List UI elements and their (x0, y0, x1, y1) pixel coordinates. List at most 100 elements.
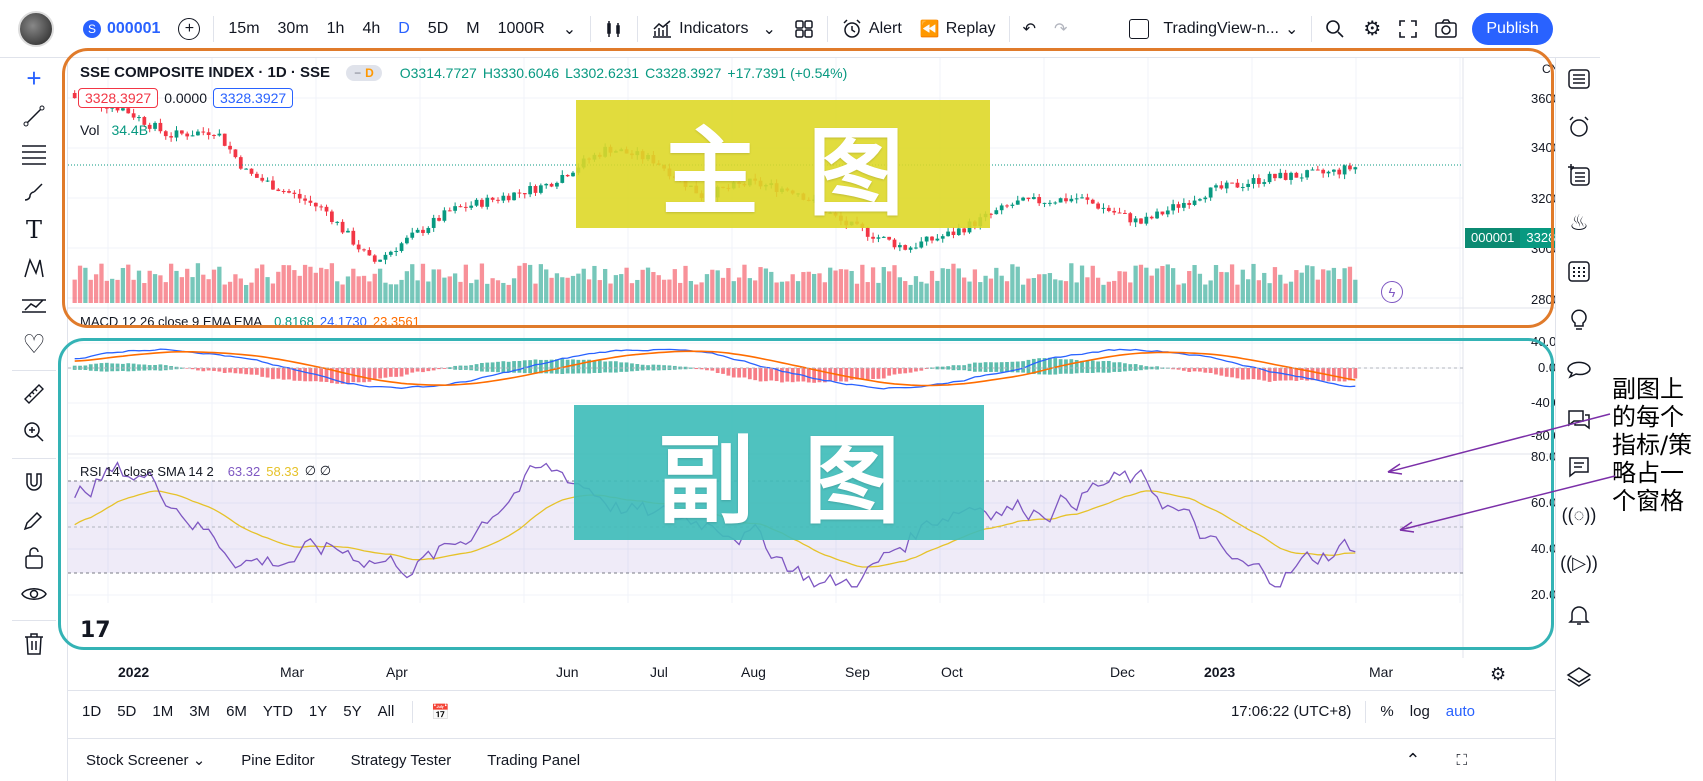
annotation-arrow-macd (1387, 413, 1611, 473)
auto-toggle[interactable]: auto (1438, 703, 1483, 720)
pencil-lock-icon (23, 511, 43, 531)
goto-date-icon[interactable]: 📅 (423, 703, 458, 721)
layers-button[interactable] (1562, 658, 1596, 692)
log-toggle[interactable]: log (1402, 703, 1438, 720)
x-tick: Aug (741, 664, 766, 680)
chevron-up-icon[interactable]: ⌃ (1387, 750, 1438, 771)
tab-strategy-tester[interactable]: Strategy Tester (333, 752, 470, 769)
tf-4h[interactable]: 4h (356, 20, 386, 38)
magnet-tool[interactable] (16, 464, 52, 500)
grid-icon (795, 19, 813, 38)
percent-toggle[interactable]: % (1372, 703, 1401, 720)
watchlist-button[interactable] (1562, 62, 1596, 96)
lock-drawings-tool[interactable] (16, 502, 52, 538)
x-tick: Apr (386, 664, 408, 680)
replay-label: Replay (945, 19, 996, 37)
chevron-down-icon: ⌄ (1284, 20, 1299, 38)
layout-label: TradingView-n... (1163, 19, 1279, 37)
crosshair-tool[interactable]: + (16, 60, 52, 96)
divider (12, 620, 56, 621)
maximize-panel-icon[interactable]: ⛶ (1438, 752, 1485, 769)
add-list-icon (1568, 164, 1590, 186)
tab-stock-screener[interactable]: Stock Screener ⌄ (68, 751, 223, 769)
data-window-button[interactable] (1562, 158, 1596, 192)
crosshair-icon: + (26, 62, 42, 93)
user-avatar[interactable] (18, 10, 54, 47)
chat-icon (1567, 361, 1591, 379)
bottom-panel-bar: Stock Screener ⌄ Pine Editor Strategy Te… (68, 738, 1555, 781)
candles-icon (607, 20, 620, 37)
magnet-icon (26, 473, 42, 491)
alarm-clock-icon (843, 18, 861, 38)
measure-tool[interactable] (16, 376, 52, 412)
publish-button[interactable]: Publish (1472, 12, 1553, 45)
x-tick: 2022 (118, 664, 150, 680)
zoom-tool[interactable] (16, 414, 52, 450)
pattern-tool[interactable] (16, 250, 52, 286)
range-ytd[interactable]: YTD (255, 703, 301, 720)
heart-icon: ♡ (22, 328, 46, 359)
chevron-down-icon[interactable]: ⌄ (557, 19, 582, 39)
range-1y[interactable]: 1Y (301, 703, 335, 720)
tf-1000r[interactable]: 1000R (492, 20, 551, 38)
eye-icon (21, 588, 47, 600)
tf-d[interactable]: D (392, 20, 416, 38)
tradingview-app: S 000001 + 15m 30m 1h 4h D 5D M 1000R ⌄ … (0, 0, 1600, 781)
brush-tool[interactable] (16, 174, 52, 210)
fib-tool[interactable] (16, 136, 52, 172)
tab-trading-panel[interactable]: Trading Panel (469, 752, 598, 769)
divider (1008, 15, 1010, 42)
annotation-arrows (1387, 413, 1616, 533)
range-1d[interactable]: 1D (74, 703, 109, 720)
list-icon (1568, 69, 1590, 89)
delete-tool[interactable] (16, 626, 52, 662)
trendline-tool[interactable] (16, 98, 52, 134)
tf-30m[interactable]: 30m (272, 20, 315, 38)
lock-tool[interactable] (16, 540, 52, 576)
range-3m[interactable]: 3M (181, 703, 218, 720)
trendline-icon (23, 105, 45, 127)
pattern-icon (24, 257, 44, 278)
hide-tool[interactable] (16, 576, 52, 612)
divider (637, 15, 639, 42)
fib-lines-icon (22, 145, 46, 165)
annotation-arrow-rsi (1399, 475, 1616, 531)
tf-1h[interactable]: 1h (321, 20, 351, 38)
range-1m[interactable]: 1M (144, 703, 181, 720)
favorites-tool[interactable]: ♡ (16, 326, 52, 362)
x-tick: Dec (1110, 664, 1135, 680)
tf-m[interactable]: M (460, 20, 485, 38)
calendar-icon (1568, 261, 1590, 282)
tf-15m[interactable]: 15m (222, 20, 265, 38)
annotation-text: 副图上的每个指标/策略占一个窗格 (1612, 375, 1693, 515)
tab-pine-editor[interactable]: Pine Editor (223, 752, 332, 769)
tf-5d[interactable]: 5D (422, 20, 454, 38)
ideas-button[interactable] (1562, 302, 1596, 336)
redo-icon: ↷ (1053, 20, 1068, 38)
text-tool[interactable]: T (16, 212, 52, 248)
divider (1365, 700, 1367, 723)
range-6m[interactable]: 6M (218, 703, 255, 720)
rewind-icon: ⏪ (919, 20, 940, 38)
range-5d[interactable]: 5D (109, 703, 144, 720)
x-tick: 2023 (1204, 664, 1236, 680)
calendar-button[interactable] (1562, 254, 1596, 288)
chats-button[interactable] (1562, 354, 1596, 388)
range-all[interactable]: All (370, 703, 403, 720)
notifications-button[interactable] (1562, 598, 1596, 632)
sub-pane-outline (58, 338, 1554, 650)
range-5y[interactable]: 5Y (335, 703, 369, 720)
divider (826, 15, 828, 42)
tab-label: Stock Screener (86, 752, 189, 769)
hotlists-button[interactable]: ♨ (1562, 206, 1596, 240)
brush-icon (24, 183, 43, 201)
divider (12, 370, 56, 371)
divider (12, 458, 56, 459)
chart-settings-gear-icon[interactable]: ⚙ (1490, 664, 1506, 685)
forecast-tool[interactable] (16, 288, 52, 324)
clock-display[interactable]: 17:06:22 (UTC+8) (1223, 703, 1359, 720)
indicators-label: Indicators (679, 19, 749, 37)
plus-circle-icon: + (178, 17, 201, 40)
main-pane-outline (62, 48, 1554, 328)
alerts-button[interactable] (1562, 110, 1596, 144)
